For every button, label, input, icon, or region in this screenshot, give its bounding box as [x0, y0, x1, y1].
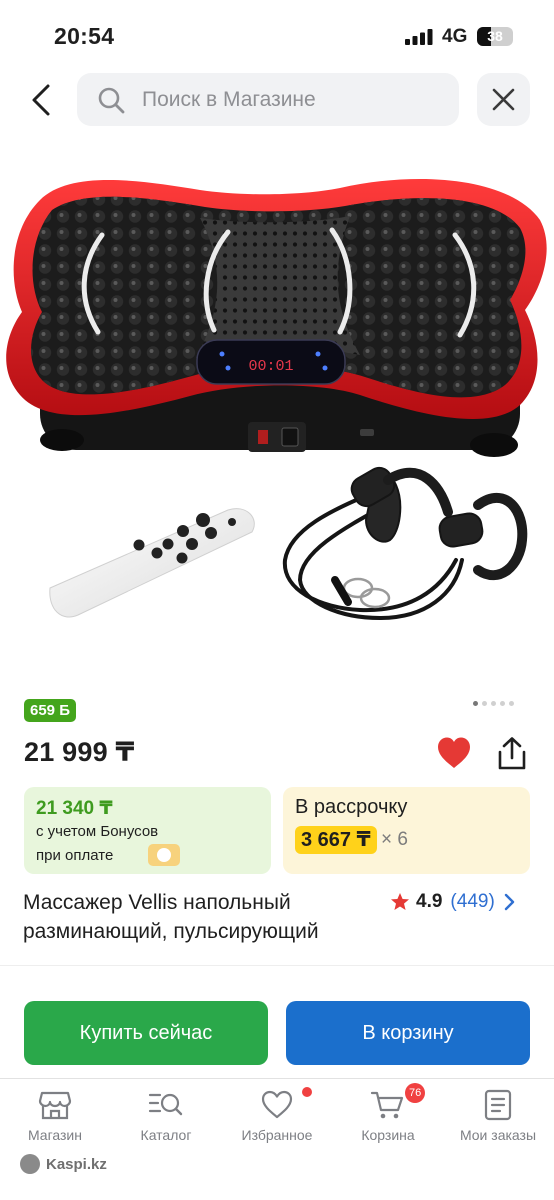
orders-icon [484, 1089, 512, 1121]
signal-icon [405, 29, 433, 45]
kaspi-gold-icon [148, 844, 180, 866]
back-arrow-icon[interactable] [24, 80, 60, 120]
chevron-right-icon [504, 893, 514, 911]
pagination-dot[interactable] [482, 701, 487, 706]
nav-item-favorites[interactable]: Избранное [222, 1089, 332, 1143]
resistance-bands [282, 466, 528, 621]
pagination-dot[interactable] [491, 701, 496, 706]
search-placeholder: Поиск в Магазине [142, 88, 316, 111]
nav-item-store[interactable]: Магазин [0, 1089, 110, 1143]
favorites-indicator-dot [302, 1087, 312, 1097]
battery-level: 38 [487, 28, 503, 44]
nav-item-cart[interactable]: Корзина [333, 1089, 443, 1143]
product-title: Массажер Vellis напольный разминающий, п… [23, 891, 319, 943]
bonus-price-card[interactable]: 21 340 ₸ с учетом Бонусов при оплате [24, 787, 271, 874]
pagination-dot[interactable] [500, 701, 505, 706]
rating-value: 4.9 [416, 891, 443, 912]
favorite-heart-icon[interactable] [436, 736, 472, 770]
remote-control [49, 508, 255, 618]
nav-label-catalog: Каталог [140, 1127, 192, 1143]
nav-label-favorites: Избранное [241, 1127, 313, 1143]
bonus-badge: 659 Б [24, 699, 76, 722]
bonus-caption-line1: с учетом Бонусов [36, 823, 159, 840]
close-icon [492, 88, 515, 111]
add-to-cart-button[interactable]: В корзину [286, 1001, 530, 1065]
nav-label-orders: Мои заказы [459, 1127, 537, 1143]
product-image[interactable]: 00:01 [0, 140, 554, 680]
kaspi-logo-icon [20, 1154, 40, 1174]
kaspi-watermark: Kaspi.kz [20, 1153, 107, 1175]
status-bar: 20:54 4G 38 [0, 0, 554, 70]
nav-item-catalog[interactable]: Каталог [111, 1089, 221, 1143]
bonus-price: 21 340 ₸ [36, 798, 113, 819]
star-icon [391, 893, 409, 910]
search-icon [98, 87, 125, 114]
installment-months: × 6 [381, 829, 408, 850]
installment-amount: 3 667 ₸ [295, 826, 377, 854]
catalog-search-icon [148, 1093, 183, 1116]
pagination-dot[interactable] [509, 701, 514, 706]
status-time: 20:54 [54, 23, 115, 49]
bottom-nav: Магазин Каталог Избранное Корзина 76 Мои… [0, 1078, 554, 1200]
product-price: 21 999 ₸ [24, 737, 135, 767]
nav-item-orders[interactable]: Мои заказы [443, 1089, 553, 1143]
gallery-pagination[interactable] [473, 701, 514, 709]
nav-label-cart: Корзина [361, 1127, 415, 1143]
buy-now-button[interactable]: Купить сейчас [24, 1001, 268, 1065]
installment-card[interactable]: В рассрочку 3 667 ₸ × 6 [283, 787, 530, 874]
battery-icon: 38 [477, 27, 513, 46]
pagination-dot[interactable] [473, 701, 478, 706]
watermark-text: Kaspi.kz [46, 1155, 107, 1173]
nav-label-store: Магазин [27, 1127, 82, 1143]
cart-icon [370, 1091, 404, 1119]
bonus-caption-line2: при оплате [36, 847, 114, 864]
review-count[interactable]: (449) [450, 891, 494, 913]
share-icon[interactable] [495, 736, 529, 772]
display-readout: 00:01 [248, 358, 293, 375]
store-icon [38, 1091, 72, 1120]
installment-title: В рассрочку [295, 796, 408, 818]
close-button[interactable] [477, 73, 530, 126]
search-input[interactable]: Поиск в Магазине [77, 73, 459, 126]
heart-outline-icon [261, 1090, 293, 1119]
network-type: 4G [442, 26, 468, 47]
rating-link[interactable]: 4.9 (449) [390, 890, 515, 914]
